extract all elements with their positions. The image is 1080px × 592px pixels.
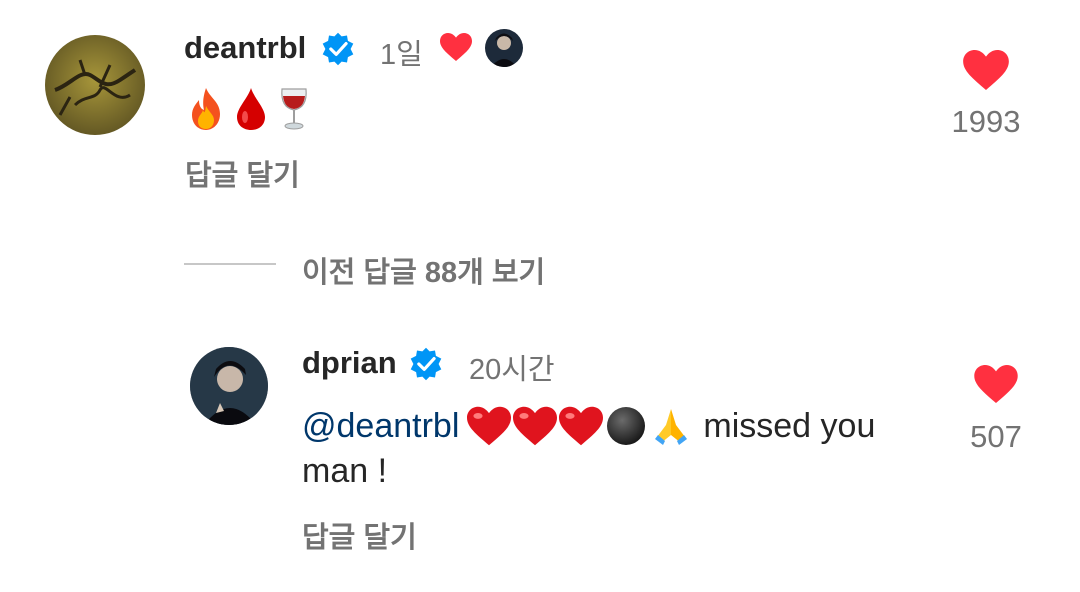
drop-of-blood-icon xyxy=(237,88,266,130)
author-liked-heart-icon xyxy=(440,33,472,61)
reply-time: 20시간 xyxy=(469,354,555,386)
folded-hands-icon xyxy=(655,409,688,445)
reply-emoji-group xyxy=(467,405,693,447)
fire-icon xyxy=(192,88,220,130)
like-count: 1993 xyxy=(951,104,1021,139)
reply-text: @deantrbl missed you xyxy=(302,403,875,449)
black-circle-icon xyxy=(607,407,646,445)
reply-button[interactable]: 답글 달기 xyxy=(302,514,417,556)
comment-username[interactable]: deantrbl xyxy=(184,30,306,66)
author-avatar-small xyxy=(485,29,523,67)
mention-link[interactable]: @deantrbl xyxy=(302,407,459,446)
comment-time: 1일 xyxy=(380,39,423,71)
view-replies-divider xyxy=(184,263,276,265)
like-heart-icon[interactable] xyxy=(974,365,1018,403)
like-count: 507 xyxy=(970,419,1022,454)
wine-glass-icon xyxy=(281,88,307,130)
reply-button[interactable]: 답글 달기 xyxy=(185,152,300,194)
verified-badge-icon xyxy=(408,346,444,382)
reply-avatar[interactable] xyxy=(190,347,268,425)
view-previous-replies-button[interactable]: 이전 답글 88개 보기 xyxy=(302,249,545,291)
red-heart-icon xyxy=(513,406,558,446)
comment-emoji-text xyxy=(186,86,315,132)
reply-text-tail: missed you xyxy=(703,406,876,445)
red-heart-icon xyxy=(559,406,604,446)
verified-badge-icon xyxy=(320,31,356,67)
red-heart-icon xyxy=(467,406,512,446)
like-heart-icon[interactable] xyxy=(963,50,1009,90)
avatar[interactable] xyxy=(45,35,145,135)
reply-text-line-2: man ! xyxy=(302,452,388,490)
reply-username[interactable]: dprian xyxy=(302,345,397,381)
